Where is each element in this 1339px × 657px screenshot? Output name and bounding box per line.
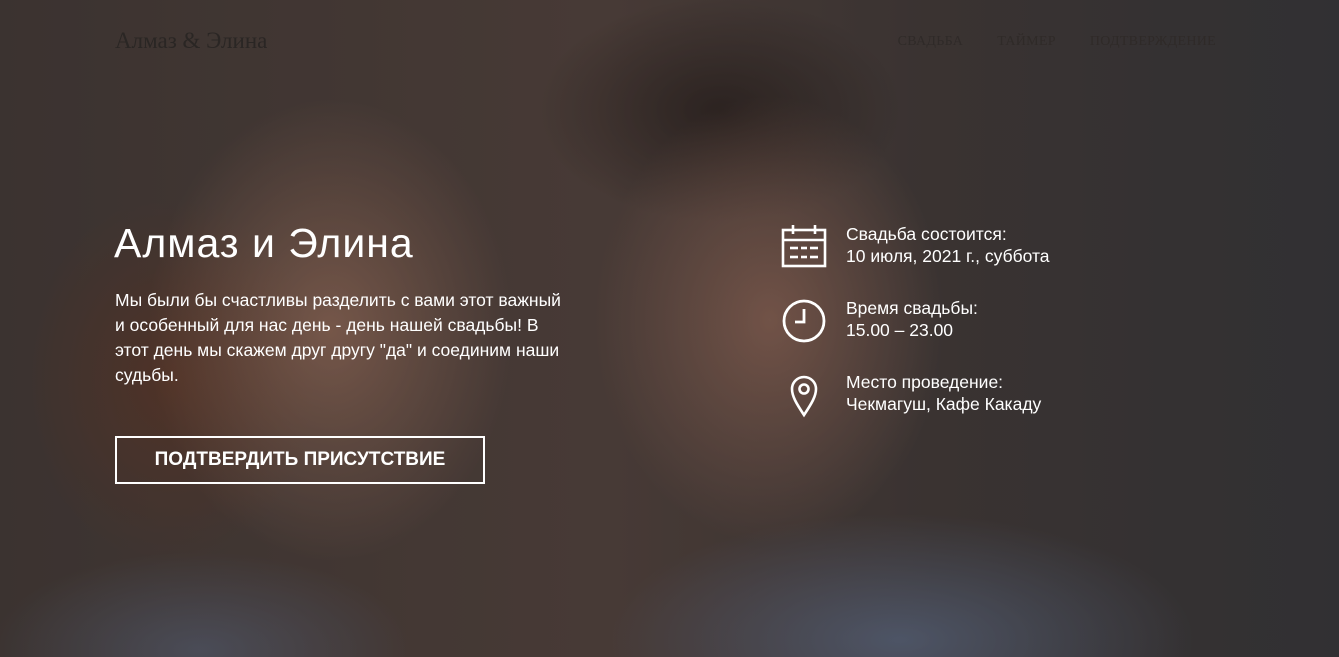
detail-location-label: Место проведение: <box>846 372 1004 392</box>
detail-date-value: 10 июля, 2021 г., суббота <box>846 246 1050 266</box>
location-pin-icon <box>780 371 828 419</box>
detail-location-value: Чекмагуш, Кафе Какаду <box>846 394 1042 414</box>
detail-time-value: 15.00 – 23.00 <box>846 320 954 340</box>
detail-date-label: Свадьба состоится: <box>846 224 1007 244</box>
detail-date: Свадьба состоится: 10 июля, 2021 г., суб… <box>780 223 1050 297</box>
hero-section: Алмаз & Элина СВАДЬБА ТАЙМЕР ПОДТВЕРЖДЕН… <box>0 0 1339 657</box>
intro-text: Мы были бы счастливы разделить с вами эт… <box>115 290 561 385</box>
confirm-attendance-button[interactable]: ПОДТВЕРДИТЬ ПРИСУТСТВИЕ <box>115 436 485 484</box>
couple-title: Алмаз и Элина <box>114 220 414 266</box>
calendar-icon <box>780 223 828 271</box>
detail-time: Время свадьбы: 15.00 – 23.00 <box>780 297 1050 371</box>
detail-location: Место проведение: Чекмагуш, Кафе Какаду <box>780 371 1050 445</box>
wedding-details: Свадьба состоится: 10 июля, 2021 г., суб… <box>780 223 1050 445</box>
detail-time-label: Время свадьбы: <box>846 298 978 318</box>
clock-icon <box>780 297 828 345</box>
hero-content: Алмаз и Элина Мы были бы счастливы разде… <box>0 0 1339 657</box>
